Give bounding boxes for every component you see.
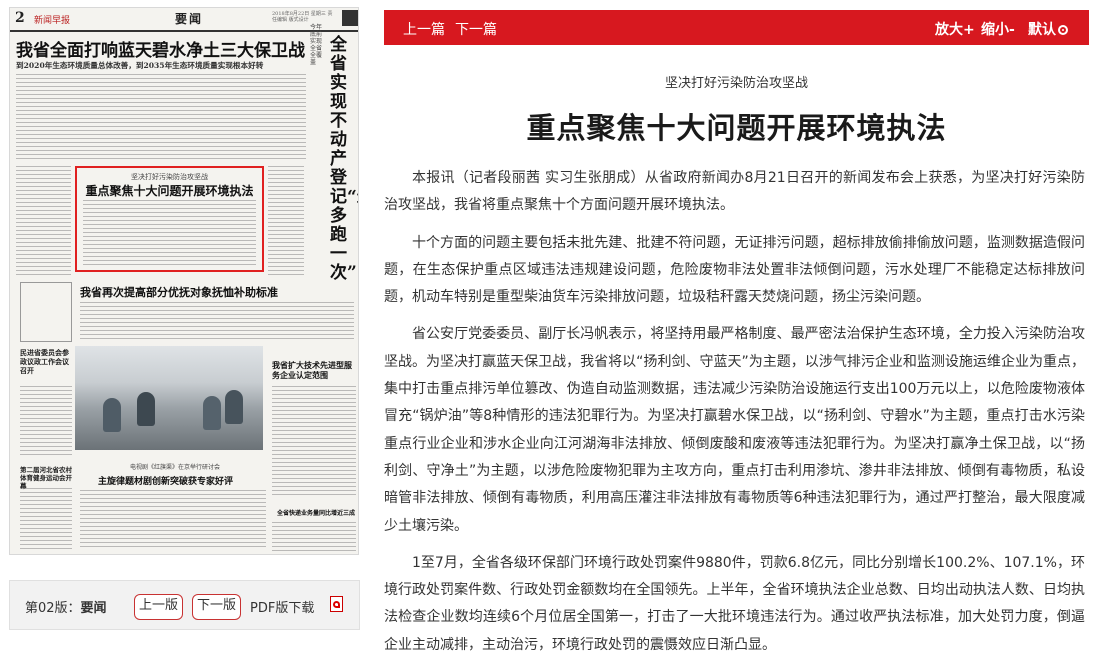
bottom-right-headline: 全省快递业务量同比增近三成	[276, 510, 355, 517]
zoom-out-button[interactable]: 缩小-	[981, 19, 1015, 39]
edition-name: 要闻	[80, 601, 107, 616]
pdf-download-link[interactable]: PDF版下载	[250, 597, 314, 616]
newspaper-page-thumbnail[interactable]: 2 新闻早报 要闻 2018年8月22日 星期三 责任编辑 版式设计 我省全面打…	[9, 7, 359, 555]
photo-figure	[137, 392, 155, 426]
bottom-kicker: 电视剧《红旗渠》在京举行研讨会	[130, 464, 221, 471]
small-box	[20, 282, 72, 342]
third-article-text	[80, 302, 354, 342]
zoom-in-button[interactable]: 放大+	[935, 19, 975, 39]
article-toolbar: 上一篇 下一篇 放大+ 缩小- 默认	[384, 10, 1089, 45]
lead-headline: 我省全面打响蓝天碧水净土三大保卫战	[16, 41, 305, 61]
photo-side-headline: 民进省委员会参政议政工作会议召开	[20, 348, 69, 375]
news-photo[interactable]	[75, 346, 263, 450]
article-kicker: 坚决打好污染防治攻坚战	[664, 76, 808, 91]
bottom-left-text	[20, 488, 72, 550]
right-mid-headline: 我省扩大技术先进型服务企业认定范围	[272, 360, 352, 380]
article-paragraph: 省公安厅党委委员、副厅长冯帆表示，将坚持用最严格制度、最严密法治保护生态环境，全…	[384, 326, 1085, 534]
bottom-right-text	[272, 522, 356, 552]
highlighted-article-region[interactable]: 坚决打好污染防治攻坚战 重点聚焦十大问题开展环境执法	[75, 166, 264, 272]
prev-edition-button[interactable]: 上一版	[134, 594, 184, 620]
article-title: 重点聚焦十大问题开展环境执法	[526, 111, 947, 145]
photo-figure	[203, 396, 221, 430]
bottom-headline: 主旋律题材剧创新突破获专家好评	[98, 477, 234, 487]
pdf-icon[interactable]	[330, 596, 343, 612]
lead-article-text	[16, 74, 306, 162]
right-mid-text	[272, 386, 356, 496]
default-size-label: 默认	[1028, 22, 1056, 38]
photo-side-text	[20, 386, 72, 458]
bottom-article-text	[80, 490, 266, 550]
highlight-kicker: 坚决打好污染防治攻坚战	[131, 173, 208, 181]
qr-code-icon	[342, 10, 358, 26]
default-size-button[interactable]: 默认	[1028, 19, 1068, 39]
article-paragraph: 十个方面的问题主要包括未批先建、批建不符问题，无证排污问题，超标排放偷排偷放问题…	[384, 234, 1085, 306]
article-paragraph: 1至7月，全省各级环保部门环境行政处罚案件9880件，罚款6.8亿元，同比分别增…	[384, 554, 1085, 653]
vertical-headline: 全省实现不动产登记“最多跑一次”	[330, 35, 358, 283]
photo-figure	[225, 390, 243, 424]
reset-circle-icon	[1058, 25, 1068, 35]
bottom-left-headline: 第二届河北省农村体育健身运动会开幕	[20, 466, 72, 490]
paper-name: 新闻早报	[34, 16, 71, 26]
vertical-subhead: 今年底前实现全省全覆盖	[310, 24, 323, 66]
edition-pager: 第02版：要闻 上一版 下一版 PDF版下载	[9, 580, 360, 630]
third-headline: 我省再次提高部分优抚对象抚恤补助标准	[80, 286, 278, 299]
edition-label: 第02版：要闻	[25, 597, 107, 616]
prev-article-link[interactable]: 上一篇	[403, 19, 445, 39]
photo-figure	[103, 398, 121, 432]
left-panel: 2 新闻早报 要闻 2018年8月22日 星期三 责任编辑 版式设计 我省全面打…	[0, 0, 372, 639]
lead-subhead: 到2020年生态环境质量总体改善，到2035年生态环境质量实现根本好转	[16, 61, 264, 70]
edition-label-prefix: 第02版：	[25, 601, 81, 616]
page-header: 2 新闻早报 要闻 2018年8月22日 星期三 责任编辑 版式设计	[10, 8, 358, 32]
vertical-article-text	[268, 166, 304, 278]
next-article-link[interactable]: 下一篇	[455, 19, 497, 39]
page-number: 2	[15, 10, 25, 26]
next-edition-button[interactable]: 下一版	[192, 594, 242, 620]
highlight-article-text	[83, 200, 256, 268]
article-body: 本报讯（记者段丽茜 实习生张朋成）从省政府新闻办8月21日召开的新闻发布会上获悉…	[384, 165, 1085, 669]
section-name: 要闻	[175, 12, 204, 26]
left-column-text	[16, 166, 71, 278]
article-paragraph: 本报讯（记者段丽茜 实习生张朋成）从省政府新闻办8月21日召开的新闻发布会上获悉…	[384, 170, 1085, 214]
header-small-text: 2018年8月22日 星期三 责任编辑 版式设计	[272, 11, 333, 23]
highlight-title: 重点聚焦十大问题开展环境执法	[85, 184, 254, 198]
